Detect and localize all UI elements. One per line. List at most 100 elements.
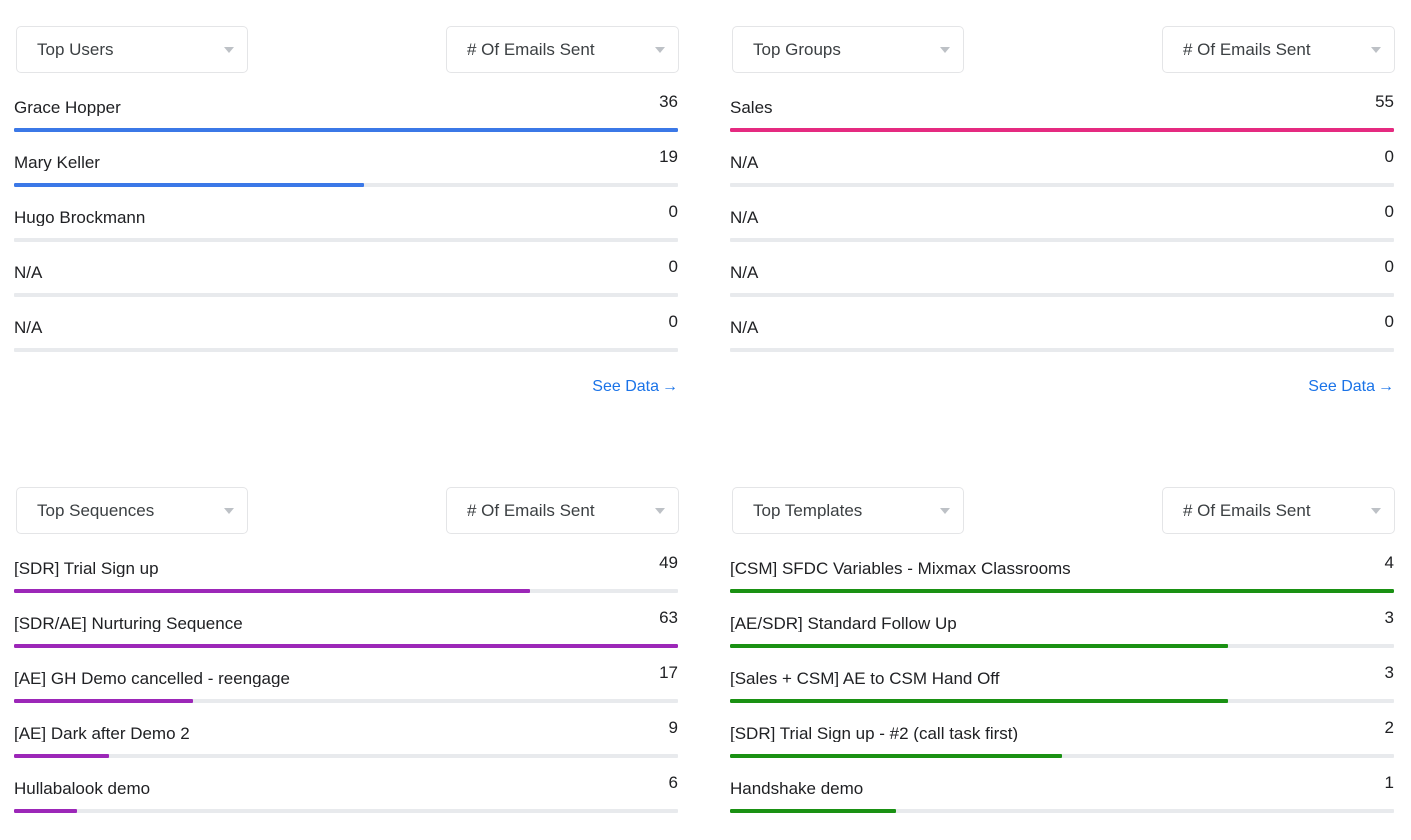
see-data-row: See Data → (0, 362, 692, 402)
bar-row: [SDR] Trial Sign up - #2 (call task firs… (716, 713, 1408, 768)
bar-row-label: Grace Hopper (14, 99, 121, 116)
bar-track (14, 293, 678, 297)
bar-track (730, 589, 1394, 593)
bar-row: [SDR/AE] Nurturing Sequence 63 (0, 603, 692, 658)
dropdown-metric[interactable]: # Of Emails Sent (1162, 26, 1395, 73)
bar-track (14, 348, 678, 352)
dropdown-metric[interactable]: # Of Emails Sent (446, 487, 679, 534)
dropdown-report-type[interactable]: Top Sequences (16, 487, 248, 534)
bar-row-label: [SDR] Trial Sign up (14, 560, 159, 577)
bar-row-header: N/A 0 (730, 197, 1394, 238)
bar-row-header: N/A 0 (14, 307, 678, 348)
bar-track (730, 183, 1394, 187)
dropdown-report-type[interactable]: Top Groups (732, 26, 964, 73)
see-data-row: See Data → (716, 362, 1408, 402)
bar-list: Grace Hopper 36 Mary Keller 19 Hugo Brockman… (0, 74, 692, 362)
chevron-down-icon (224, 507, 234, 514)
bar-row-value: 17 (659, 663, 678, 682)
bar-fill (14, 809, 78, 813)
bar-row-value: 0 (1384, 257, 1394, 276)
bar-track (14, 699, 678, 703)
dropdown-report-type[interactable]: Top Users (16, 26, 248, 73)
bar-row-value: 36 (659, 92, 678, 111)
bar-row-value: 0 (668, 312, 678, 331)
bar-track (730, 128, 1394, 132)
dropdown-report-type-label: Top Sequences (37, 502, 155, 519)
bar-list: Sales 55 N/A 0 N/A 0 N/A 0 N/A 0 (716, 74, 1408, 362)
panel-controls: Top Templates # Of Emails Sent (716, 461, 1408, 535)
bar-row-label: N/A (14, 319, 43, 336)
bar-row-value: 19 (659, 147, 678, 166)
bar-row-header: [AE] GH Demo cancelled - reengage 17 (14, 658, 678, 699)
bar-row-label: N/A (730, 209, 759, 226)
see-data-link[interactable]: See Data → (592, 378, 678, 396)
chevron-down-icon (1371, 507, 1381, 514)
dropdown-metric-label: # Of Emails Sent (467, 502, 595, 519)
arrow-right-icon: → (662, 378, 678, 395)
bar-row-value: 2 (1384, 718, 1394, 737)
bar-row-header: [CSM] SFDC Variables - Mixmax Classrooms… (730, 548, 1394, 589)
bar-row-header: Handshake demo 1 (730, 768, 1394, 809)
bar-row: Hullabalook demo 6 (0, 768, 692, 823)
bar-row: Hugo Brockmann 0 (0, 197, 692, 252)
bar-track (14, 754, 678, 758)
see-data-label: See Data (592, 378, 659, 395)
see-data-link[interactable]: See Data → (1308, 378, 1394, 396)
analytics-dashboard: Top Users # Of Emails Sent Grace Hopper 3… (0, 0, 1411, 840)
bar-track (730, 699, 1394, 703)
bar-row-value: 1 (1384, 773, 1394, 792)
bar-fill (14, 183, 365, 187)
bar-fill (14, 589, 531, 593)
bar-fill (730, 754, 1062, 758)
bar-row-label: N/A (730, 264, 759, 281)
bar-row-header: Hugo Brockmann 0 (14, 197, 678, 238)
bar-row: N/A 0 (716, 197, 1408, 252)
bar-row-label: Hugo Brockmann (14, 209, 146, 226)
bar-row-label: N/A (730, 154, 759, 171)
bar-row-value: 4 (1384, 553, 1394, 572)
chevron-down-icon (940, 507, 950, 514)
bar-row-value: 0 (668, 202, 678, 221)
bar-fill (14, 128, 678, 132)
bar-fill (14, 699, 194, 703)
bar-row: N/A 0 (0, 307, 692, 362)
bar-row-value: 0 (1384, 147, 1394, 166)
chevron-down-icon (224, 46, 234, 53)
dropdown-metric-label: # Of Emails Sent (1183, 502, 1311, 519)
bar-row-label: [AE/SDR] Standard Follow Up (730, 615, 957, 632)
dropdown-metric[interactable]: # Of Emails Sent (1162, 487, 1395, 534)
bar-track (730, 754, 1394, 758)
bar-row: Handshake demo 1 (716, 768, 1408, 823)
bar-row-value: 0 (668, 257, 678, 276)
bar-row: Mary Keller 19 (0, 142, 692, 197)
chevron-down-icon (655, 46, 665, 53)
bar-row: Grace Hopper 36 (0, 87, 692, 142)
bar-track (730, 348, 1394, 352)
bar-row-header: [SDR/AE] Nurturing Sequence 63 (14, 603, 678, 644)
bar-row: [SDR] Trial Sign up 49 (0, 548, 692, 603)
bar-row-header: [Sales + CSM] AE to CSM Hand Off 3 (730, 658, 1394, 699)
bar-track (730, 238, 1394, 242)
bar-row-value: 9 (668, 718, 678, 737)
bar-row-label: Handshake demo (730, 780, 864, 797)
bar-row-label: [Sales + CSM] AE to CSM Hand Off (730, 670, 1000, 687)
bar-row-header: [SDR] Trial Sign up 49 (14, 548, 678, 589)
panel-controls: Top Users # Of Emails Sent (0, 0, 692, 74)
dropdown-metric[interactable]: # Of Emails Sent (446, 26, 679, 73)
bar-row-label: N/A (730, 319, 759, 336)
chevron-down-icon (940, 46, 950, 53)
bar-track (730, 293, 1394, 297)
chevron-down-icon (655, 507, 665, 514)
bar-fill (730, 809, 896, 813)
bar-track (14, 238, 678, 242)
dropdown-metric-label: # Of Emails Sent (467, 41, 595, 58)
dropdown-report-type[interactable]: Top Templates (732, 487, 964, 534)
bar-row: [CSM] SFDC Variables - Mixmax Classrooms… (716, 548, 1408, 603)
bar-list: [SDR] Trial Sign up 49 [SDR/AE] Nurturing … (0, 535, 692, 823)
bar-row: N/A 0 (716, 252, 1408, 307)
bar-row-value: 0 (1384, 202, 1394, 221)
panel-controls: Top Groups # Of Emails Sent (716, 0, 1408, 74)
bar-row-label: [AE] Dark after Demo 2 (14, 725, 190, 742)
panel-top-sequences: Top Sequences # Of Emails Sent [SDR] Tri… (0, 461, 692, 823)
bar-row: N/A 0 (716, 307, 1408, 362)
